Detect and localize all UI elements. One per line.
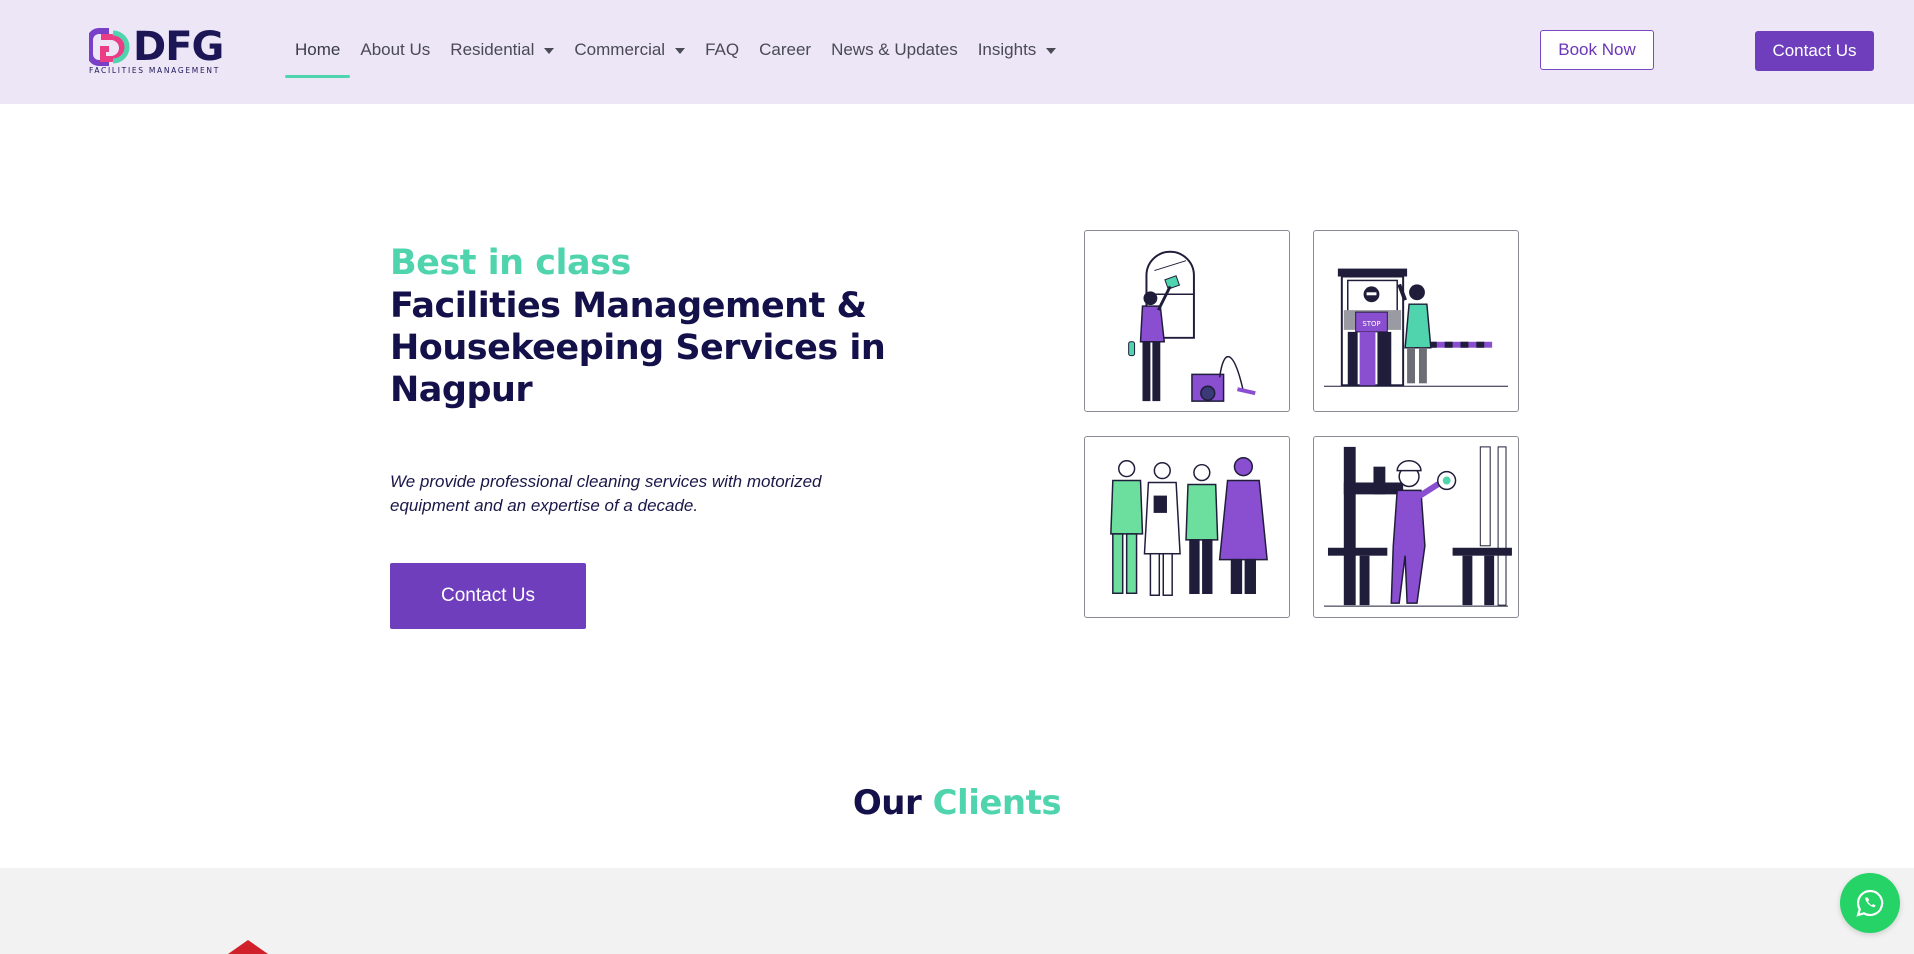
main-nav: Home About Us Residential Commercial FAQ… <box>285 34 1067 78</box>
nav-item-label: About Us <box>360 40 431 59</box>
nav-item-faq[interactable]: FAQ <box>695 34 749 70</box>
nav-item-home[interactable]: Home <box>285 34 351 78</box>
logo-mark-icon <box>89 28 130 66</box>
book-now-button[interactable]: Book Now <box>1540 30 1654 70</box>
whatsapp-button[interactable] <box>1840 873 1900 933</box>
window-cleaning-illustration <box>1084 230 1290 412</box>
brand-tagline: FACILITIES MANAGEMENT <box>89 66 221 75</box>
nav-item-label: Commercial <box>574 40 666 59</box>
chevron-down-icon <box>675 48 686 54</box>
hero-contact-button[interactable]: Contact Us <box>390 563 586 629</box>
stop-sign-text: STOP <box>1362 320 1380 328</box>
nav-item-about[interactable]: About Us <box>350 34 440 70</box>
nav-item-label: FAQ <box>705 40 740 59</box>
hero-description: We provide professional cleaning service… <box>390 472 822 515</box>
whatsapp-icon <box>1856 889 1884 917</box>
nav-item-commercial[interactable]: Commercial <box>564 34 695 70</box>
clients-title-accent: Clients <box>932 783 1062 823</box>
medical-staff-illustration <box>1084 436 1290 618</box>
nav-item-news[interactable]: News & Updates <box>821 34 968 70</box>
nav-item-insights[interactable]: Insights <box>968 34 1067 70</box>
plumbing-technician-illustration <box>1313 436 1519 618</box>
header-contact-button[interactable]: Contact Us <box>1755 31 1874 71</box>
brand-logo[interactable]: DFG FACILITIES MANAGEMENT <box>89 24 224 78</box>
site-header: DFG FACILITIES MANAGEMENT Home About Us … <box>0 0 1914 104</box>
nav-item-label: Insights <box>977 40 1037 59</box>
brand-name: DFG <box>133 24 224 70</box>
clients-title: Our Clients <box>0 783 1914 823</box>
clients-title-main: Our <box>852 783 922 823</box>
hero-tagline: Best in class <box>390 243 631 283</box>
nav-item-label: News & Updates <box>831 40 958 59</box>
chevron-down-icon <box>1046 48 1057 54</box>
hero-title: Facilities Management & Housekeeping Ser… <box>390 286 886 410</box>
clients-carousel <box>0 868 1914 954</box>
nav-item-label: Residential <box>450 40 535 59</box>
nav-item-career[interactable]: Career <box>749 34 821 70</box>
chevron-down-icon <box>544 48 555 54</box>
nav-item-label: Career <box>759 40 812 59</box>
nav-item-residential[interactable]: Residential <box>440 34 564 70</box>
security-guard-illustration: STOP <box>1313 230 1519 412</box>
nav-item-label: Home <box>295 40 341 59</box>
client-logo <box>228 940 268 954</box>
